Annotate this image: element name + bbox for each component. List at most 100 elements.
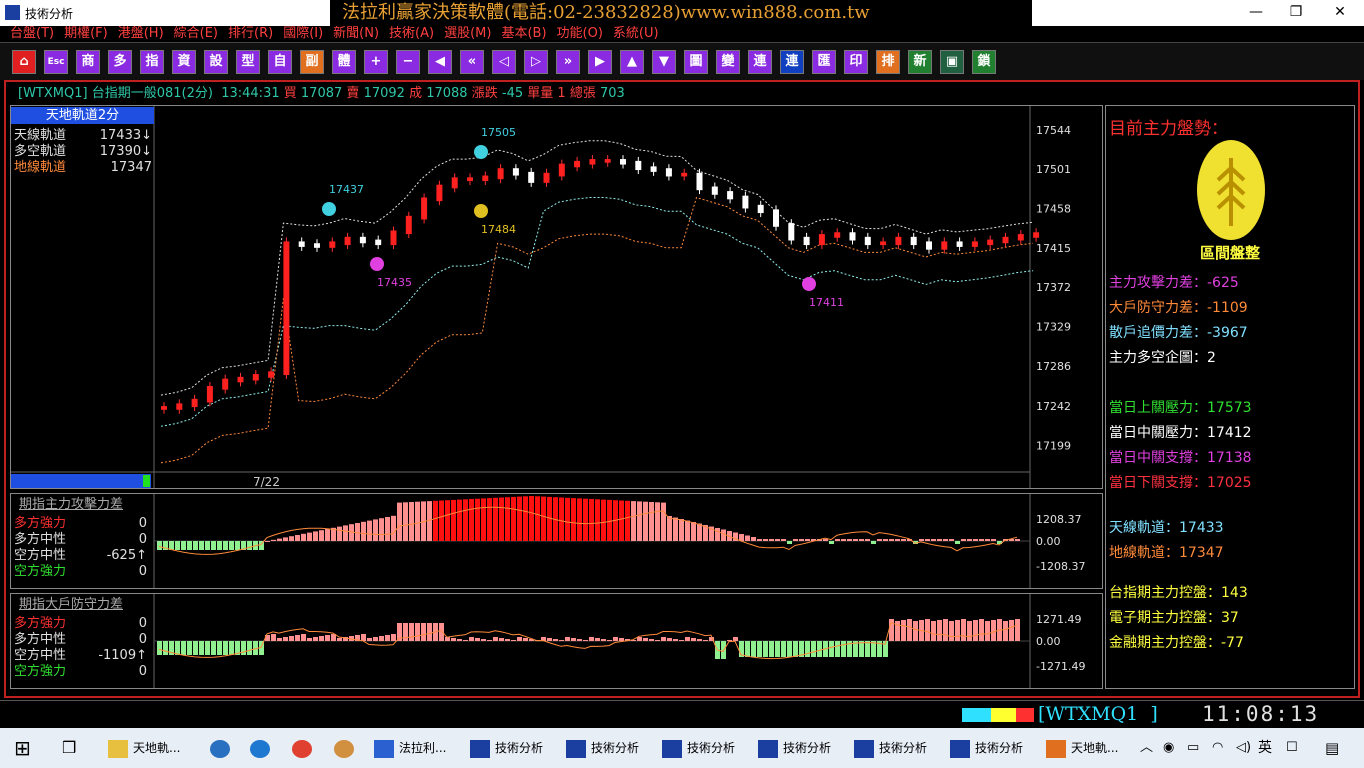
- main-chart-panel[interactable]: 17544 17501 17458 17415 17372 17329 17286 17242…: [10, 105, 1103, 489]
- menu-item-9[interactable]: 基本(B): [501, 26, 546, 42]
- y-tick-label: 0.00: [1036, 635, 1061, 648]
- toolbar-button-4[interactable]: 指: [140, 50, 164, 74]
- indicator-bar: [907, 619, 912, 641]
- menu-item-8[interactable]: 選股(M): [444, 26, 491, 42]
- attack-indicator-panel[interactable]: 1208.37 0.00 -1208.37 期指主力攻擊力差 多方強力 0 多方中性 0 空…: [10, 493, 1103, 589]
- toolbar-button-21[interactable]: 圖: [684, 50, 708, 74]
- notification-icon[interactable]: ▤: [1325, 728, 1339, 768]
- menu-item-4[interactable]: 排行(R): [228, 26, 273, 42]
- menu-item-2[interactable]: 港盤(H): [118, 26, 164, 42]
- toolbar-button-14[interactable]: «: [460, 50, 484, 74]
- toolbar-button-29[interactable]: ▣: [940, 50, 964, 74]
- volume-icon[interactable]: ◁): [1236, 728, 1251, 768]
- task-view-icon[interactable]: ❒: [62, 728, 76, 768]
- taskbar-item[interactable]: 技術分析: [854, 728, 927, 768]
- menu-item-5[interactable]: 國際(I): [283, 26, 323, 42]
- indicator-bar: [577, 498, 582, 541]
- indicator-bar: [229, 641, 234, 655]
- toolbar-button-7[interactable]: 型: [236, 50, 260, 74]
- tray-chevron-icon[interactable]: ︿: [1140, 728, 1153, 768]
- taskbar-item[interactable]: 技術分析: [950, 728, 1023, 768]
- toolbar-button-17[interactable]: »: [556, 50, 580, 74]
- toolbar-button-27[interactable]: 排: [876, 50, 900, 74]
- toolbar-button-26[interactable]: 印: [844, 50, 868, 74]
- menu-item-11[interactable]: 系統(U): [613, 26, 659, 42]
- attack-indicator-chart[interactable]: 1208.37 0.00 -1208.37: [11, 494, 1102, 588]
- toolbar-button-23[interactable]: 連: [748, 50, 772, 74]
- menu-item-7[interactable]: 技術(A): [389, 26, 434, 42]
- defense-indicator-chart[interactable]: 1271.49 0.00 -1271.49: [11, 594, 1102, 688]
- menu-item-0[interactable]: 台盤(T): [10, 26, 54, 42]
- maximize-icon[interactable]: ❐: [1276, 2, 1316, 22]
- paint-icon[interactable]: [334, 728, 359, 768]
- toolbar-button-30[interactable]: 鎖: [972, 50, 996, 74]
- indicator-bar: [967, 539, 972, 541]
- toolbar-button-28[interactable]: 新: [908, 50, 932, 74]
- indicator-bar: [607, 640, 612, 641]
- toolbar-button-24[interactable]: 連: [780, 50, 804, 74]
- menu-item-1[interactable]: 期權(F): [64, 26, 108, 42]
- main-chart[interactable]: 17544 17501 17458 17415 17372 17329 17286 17242…: [11, 106, 1102, 488]
- toolbar-button-18[interactable]: ▶: [588, 50, 612, 74]
- toolbar-button-0[interactable]: ⌂: [12, 50, 36, 74]
- close-icon[interactable]: ✕: [1320, 2, 1360, 22]
- taskbar-item[interactable]: 技術分析: [758, 728, 831, 768]
- taskbar-item[interactable]: 天地軌...: [1046, 728, 1118, 768]
- toolbar-button-13[interactable]: ◀: [428, 50, 452, 74]
- toolbar-button-19[interactable]: ▲: [620, 50, 644, 74]
- toolbar-button-20[interactable]: ▼: [652, 50, 676, 74]
- indicator-bar: [865, 641, 870, 657]
- candle-body: [558, 163, 565, 177]
- edge-icon[interactable]: [250, 728, 275, 768]
- toolbar-button-22[interactable]: 變: [716, 50, 740, 74]
- taskbar-item[interactable]: 天地軌...: [108, 728, 180, 768]
- toolbar-button-1[interactable]: Esc: [44, 50, 68, 74]
- indicator-bar: [463, 499, 468, 541]
- taskbar-item-label: 法拉利...: [399, 741, 447, 755]
- toolbar-button-16[interactable]: ▷: [524, 50, 548, 74]
- indicator-bar: [553, 639, 558, 641]
- taskbar-item[interactable]: 技術分析: [566, 728, 639, 768]
- indicator-bar: [643, 501, 648, 541]
- indicator-bar: [403, 623, 408, 641]
- chrome-icon[interactable]: [292, 728, 317, 768]
- indicator-bar: [565, 497, 570, 541]
- toolbar-button-12[interactable]: −: [396, 50, 420, 74]
- taskbar-item[interactable]: 技術分析: [470, 728, 543, 768]
- minimize-icon[interactable]: —: [1236, 2, 1276, 22]
- toolbar-button-3[interactable]: 多: [108, 50, 132, 74]
- y-tick-label: 17372: [1036, 281, 1071, 294]
- indicator-bar: [313, 531, 318, 541]
- taskbar-item[interactable]: 法拉利...: [374, 728, 446, 768]
- file-explorer-icon[interactable]: [210, 728, 235, 768]
- menu-item-10[interactable]: 功能(O): [557, 26, 603, 42]
- toolbar-button-15[interactable]: ◁: [492, 50, 516, 74]
- tray-app-icon[interactable]: ◉: [1163, 728, 1174, 768]
- toolbar-button-11[interactable]: +: [364, 50, 388, 74]
- start-button[interactable]: ⊞: [14, 728, 31, 768]
- toolbar-button-6[interactable]: 設: [204, 50, 228, 74]
- wifi-icon[interactable]: ◠: [1212, 728, 1223, 768]
- toolbar-button-25[interactable]: 匯: [812, 50, 836, 74]
- indicator-bar: [1009, 620, 1014, 641]
- toolbar-button-2[interactable]: 商: [76, 50, 100, 74]
- indicator-bar: [445, 500, 450, 541]
- trend-item-label: 地線軌道：: [1109, 545, 1179, 561]
- toolbar-button-8[interactable]: 自: [268, 50, 292, 74]
- menu-item-3[interactable]: 綜合(E): [174, 26, 218, 42]
- indicator-bar: [541, 496, 546, 541]
- taskbar-item[interactable]: 技術分析: [662, 728, 735, 768]
- indicator-bar: [835, 641, 840, 657]
- defense-indicator-panel[interactable]: 1271.49 0.00 -1271.49 期指大戶防守力差 多方強力 0 多方中性 0 空…: [10, 593, 1103, 689]
- ime-mode-icon[interactable]: ☐: [1286, 728, 1298, 768]
- toolbar-button-9[interactable]: 副: [300, 50, 324, 74]
- indicator-bar: [583, 640, 588, 641]
- ime-indicator[interactable]: 英: [1258, 728, 1272, 768]
- toolbar-button-10[interactable]: 體: [332, 50, 356, 74]
- battery-icon[interactable]: ▭: [1187, 728, 1199, 768]
- legend-row: 空方強力 0: [14, 664, 147, 680]
- indicator-bar: [235, 541, 240, 550]
- toolbar-button-5[interactable]: 資: [172, 50, 196, 74]
- menu-item-6[interactable]: 新聞(N): [333, 26, 379, 42]
- indicator-bar: [655, 640, 660, 641]
